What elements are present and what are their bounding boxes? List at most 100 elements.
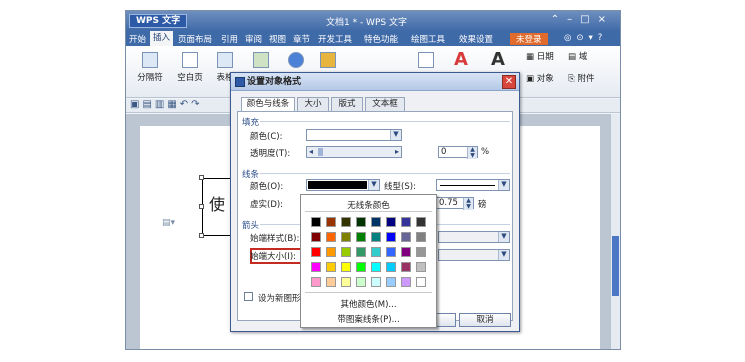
fill-color-select[interactable]: ▼	[306, 129, 402, 141]
textbox-button[interactable]	[416, 52, 436, 71]
color-swatch[interactable]	[356, 277, 366, 287]
color-swatch[interactable]	[386, 247, 396, 257]
spinner-icon[interactable]: ▲ ▼	[467, 147, 477, 159]
date-button[interactable]: ▦ 日期	[526, 50, 566, 62]
tab-references[interactable]: 引用	[221, 33, 238, 45]
color-swatch[interactable]	[311, 262, 321, 272]
color-swatch[interactable]	[401, 217, 411, 227]
wordart-button[interactable]: A	[451, 51, 471, 71]
help-icons[interactable]: ◎⊙▾?	[564, 33, 607, 43]
separator-button[interactable]: 分隔符	[130, 52, 170, 83]
login-button[interactable]: 未登录	[510, 33, 548, 45]
color-swatch[interactable]	[416, 277, 426, 287]
ok-button[interactable]	[436, 313, 456, 327]
color-swatch[interactable]	[386, 217, 396, 227]
line-color-select[interactable]: ▼	[306, 179, 380, 191]
arrows-section-heading: 箭头	[242, 221, 260, 231]
color-swatch[interactable]	[416, 217, 426, 227]
tab-insert[interactable]: 插入	[150, 31, 174, 46]
color-swatch[interactable]	[326, 217, 336, 227]
tab-effects[interactable]: 效果设置	[459, 33, 493, 45]
color-swatch[interactable]	[386, 232, 396, 242]
color-swatch[interactable]	[371, 277, 381, 287]
resize-handle[interactable]	[199, 204, 204, 209]
color-swatch[interactable]	[401, 232, 411, 242]
window-controls[interactable]: ⌃–□×	[551, 14, 614, 25]
color-swatch[interactable]	[356, 247, 366, 257]
color-swatch[interactable]	[356, 217, 366, 227]
color-swatch[interactable]	[416, 262, 426, 272]
line-color-label: 颜色(O):	[250, 182, 284, 192]
color-swatch[interactable]	[341, 217, 351, 227]
tab-start[interactable]: 开始	[129, 33, 146, 45]
tab-colors-lines[interactable]: 颜色与线条	[241, 97, 295, 112]
color-swatch[interactable]	[371, 247, 381, 257]
transparency-slider[interactable]: ◂ ▸	[306, 146, 402, 158]
shapes-button[interactable]	[286, 52, 306, 71]
tab-developer[interactable]: 开发工具	[318, 33, 352, 45]
color-swatch[interactable]	[326, 262, 336, 272]
resize-handle[interactable]	[199, 233, 204, 238]
color-swatch[interactable]	[386, 262, 396, 272]
color-swatch[interactable]	[341, 232, 351, 242]
close-icon[interactable]: ✕	[502, 75, 516, 89]
color-swatch[interactable]	[416, 247, 426, 257]
color-swatch[interactable]	[371, 262, 381, 272]
tab-review[interactable]: 审阅	[245, 33, 262, 45]
color-swatch[interactable]	[356, 232, 366, 242]
color-swatch[interactable]	[386, 277, 396, 287]
color-swatch[interactable]	[311, 232, 321, 242]
vertical-scrollbar[interactable]	[610, 114, 620, 349]
default-checkbox[interactable]	[244, 292, 253, 301]
color-swatch[interactable]	[371, 232, 381, 242]
color-swatch[interactable]	[311, 277, 321, 287]
tab-sections[interactable]: 章节	[293, 33, 310, 45]
resize-handle[interactable]	[199, 175, 204, 180]
spinner-icon[interactable]: ▲ ▼	[463, 198, 473, 210]
field-button[interactable]: ▤ 域	[568, 50, 598, 62]
line-style-select[interactable]: ▼	[436, 179, 510, 191]
line-weight-input[interactable]: 0.75 ▲ ▼	[436, 197, 474, 210]
blank-page-button[interactable]: 空白页	[172, 52, 208, 83]
color-swatch[interactable]	[401, 277, 411, 287]
tab-layout[interactable]: 版式	[331, 97, 363, 111]
no-line-color-option[interactable]: 无线条颜色	[301, 199, 436, 211]
tab-textbox[interactable]: 文本框	[365, 97, 405, 111]
color-swatch[interactable]	[356, 262, 366, 272]
scrollbar-thumb[interactable]	[612, 236, 619, 296]
chart-button[interactable]	[318, 52, 338, 71]
more-colors-option[interactable]: 其他颜色(M)...	[301, 298, 436, 310]
picture-button[interactable]	[251, 52, 271, 71]
weight-unit[interactable]: 磅	[478, 198, 487, 210]
slider-thumb[interactable]	[318, 148, 323, 156]
app-menu-button[interactable]: WPS 文字	[129, 14, 188, 28]
color-swatch[interactable]	[401, 247, 411, 257]
color-swatch[interactable]	[416, 232, 426, 242]
color-swatch[interactable]	[311, 247, 321, 257]
font-style-button[interactable]: A	[488, 51, 508, 71]
color-swatch[interactable]	[341, 277, 351, 287]
tab-view[interactable]: 视图	[269, 33, 286, 45]
color-swatch[interactable]	[326, 277, 336, 287]
object-button[interactable]: ▣ 对象	[526, 72, 566, 84]
color-swatch[interactable]	[371, 217, 381, 227]
color-swatch[interactable]	[341, 262, 351, 272]
section-divider	[260, 121, 510, 122]
line-style-label: 线型(S):	[384, 182, 416, 192]
menu-bar: 开始 插入 页面布局 引用 审阅 视图 章节 开发工具 特色功能 绘图工具 效果…	[126, 31, 620, 46]
color-swatch[interactable]	[401, 262, 411, 272]
color-swatch[interactable]	[341, 247, 351, 257]
attachment-button[interactable]: ⎘ 附件	[568, 72, 608, 84]
cancel-button[interactable]: 取消	[459, 313, 511, 327]
color-swatch[interactable]	[311, 217, 321, 227]
end-size-select[interactable]: ▼	[438, 249, 510, 261]
color-swatch[interactable]	[326, 247, 336, 257]
tab-page-layout[interactable]: 页面布局	[178, 33, 212, 45]
color-swatch[interactable]	[326, 232, 336, 242]
tab-drawing-tools[interactable]: 绘图工具	[411, 33, 445, 45]
tab-size[interactable]: 大小	[297, 97, 329, 111]
pattern-line-option[interactable]: 带图案线条(P)...	[301, 313, 436, 325]
tab-features[interactable]: 特色功能	[364, 33, 398, 45]
end-style-select[interactable]: ▼	[438, 231, 510, 243]
transparency-input[interactable]: 0 ▲ ▼	[438, 146, 478, 159]
